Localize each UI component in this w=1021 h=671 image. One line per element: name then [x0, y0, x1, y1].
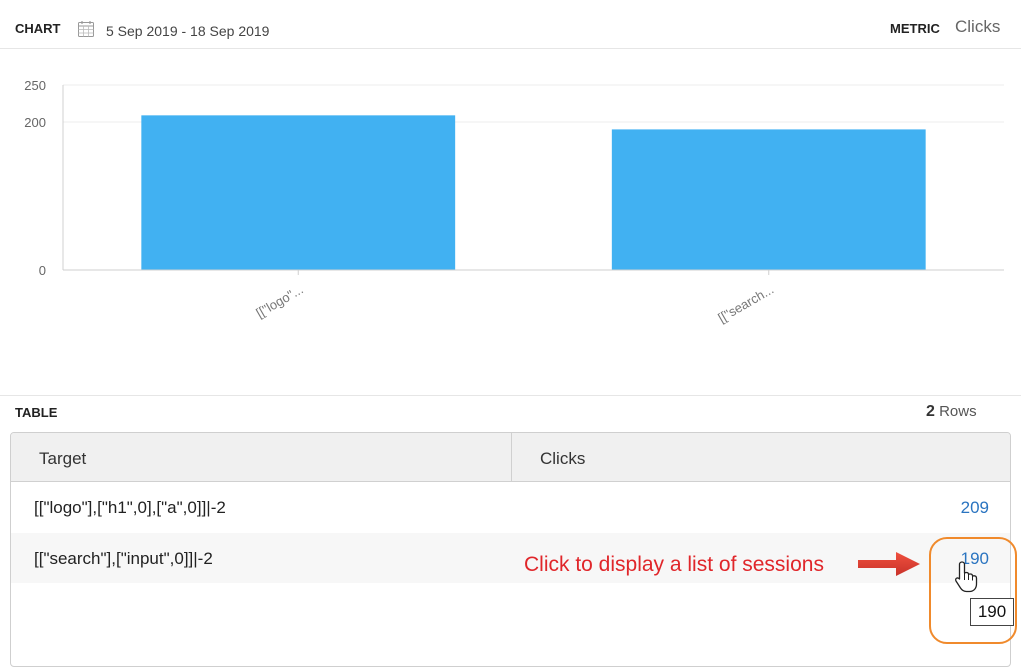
table-row: [["logo"],["h1",0],["a",0]]|-2 209 — [11, 482, 1010, 532]
rows-count: 2 Rows — [926, 403, 977, 421]
chart-section-title: CHART — [15, 21, 61, 36]
column-header-target[interactable]: Target — [11, 433, 512, 481]
table-section-title: TABLE — [15, 405, 58, 420]
target-cell: [["search"],["input",0]]|-2 — [34, 549, 213, 568]
date-range-picker[interactable]: 5 Sep 2019 - 18 Sep 2019 — [106, 23, 269, 39]
chart-header: CHART 5 Sep 2019 - 18 Sep 2019 METRIC Cl… — [0, 0, 1021, 49]
x-tick-label: [["logo"... — [253, 282, 305, 321]
clicks-link[interactable]: 209 — [961, 498, 989, 518]
bar-chart: 0 200 250 [["logo"... [["search... — [24, 78, 1004, 326]
y-tick-label: 200 — [24, 115, 46, 130]
column-header-target-label: Target — [39, 449, 87, 468]
bar — [141, 115, 456, 270]
calendar-icon[interactable] — [77, 20, 95, 43]
section-divider — [0, 395, 1021, 396]
arrow-right-icon — [856, 549, 922, 584]
x-tick-label: [["search... — [715, 282, 776, 326]
metric-selector[interactable]: Clicks — [955, 17, 1000, 37]
y-tick-label: 0 — [39, 263, 46, 278]
hand-pointer-icon — [953, 560, 981, 599]
rows-count-number: 2 — [926, 403, 935, 420]
y-tick-label: 250 — [24, 78, 46, 93]
bar — [611, 129, 926, 270]
rows-count-label: Rows — [939, 403, 977, 420]
tooltip: 190 — [970, 598, 1014, 626]
metric-label: METRIC — [890, 21, 940, 36]
target-cell: [["logo"],["h1",0],["a",0]]|-2 — [34, 498, 226, 517]
column-header-clicks-label: Clicks — [540, 449, 586, 468]
table-header: Target Clicks — [11, 433, 1010, 482]
annotation-text: Click to display a list of sessions — [524, 553, 824, 576]
